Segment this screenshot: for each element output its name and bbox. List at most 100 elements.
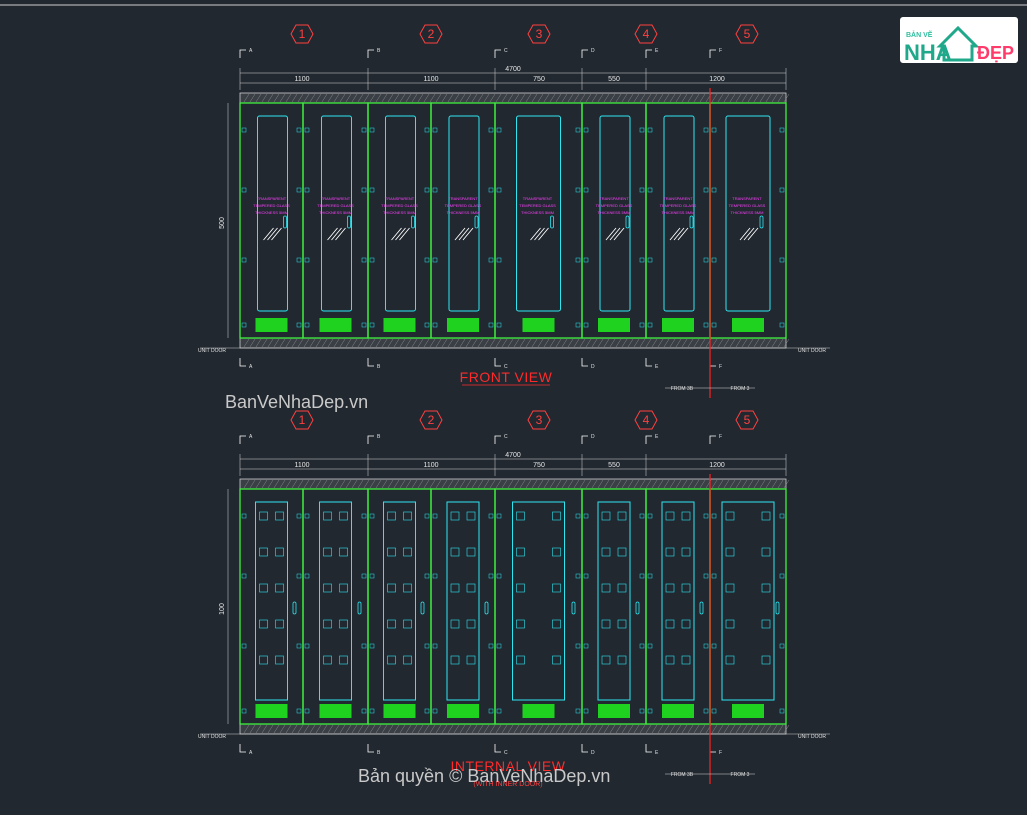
logo: BẢN VẼ NHA ĐẸP (900, 17, 1018, 65)
hinge (703, 127, 709, 133)
panel-frame (367, 102, 432, 339)
inner-panel (319, 501, 352, 701)
glass-label: TRANSPARENT (663, 196, 693, 201)
door-handle (484, 601, 489, 615)
section-bubble-label: 4 (643, 27, 650, 41)
vent-grill (319, 318, 352, 332)
hinge (647, 573, 653, 579)
hinge (779, 573, 785, 579)
inner-panel (721, 501, 775, 701)
hinge (432, 708, 438, 714)
glass-label: TEMPERED GLASS (317, 203, 354, 208)
vent-grill (732, 318, 764, 332)
hinge (711, 513, 717, 519)
hinge (304, 573, 310, 579)
hinge (647, 513, 653, 519)
hinge (432, 643, 438, 649)
breaker (323, 547, 332, 557)
panel-frame (645, 102, 711, 339)
grid-marker-bottom-label: E (655, 364, 659, 370)
breaker (681, 547, 691, 557)
vent-grill (732, 704, 764, 718)
hinge (496, 322, 502, 328)
hinge (304, 127, 310, 133)
hinge (488, 708, 494, 714)
panel-frame (430, 102, 496, 339)
front-view: 1 2 3 4 5AABBCCDDEEFF47001100 1100 750 550 1200U… (198, 24, 830, 398)
breaker (761, 583, 771, 593)
hinge (241, 643, 247, 649)
door-handle (759, 215, 764, 229)
breaker (387, 655, 396, 665)
door-handle (775, 601, 780, 615)
breaker (725, 547, 735, 557)
hinge (779, 708, 785, 714)
panel-frame (709, 102, 787, 339)
grid-marker (645, 49, 652, 58)
breaker (601, 547, 611, 557)
hinge (703, 187, 709, 193)
section-bubble-label: 3 (536, 27, 543, 41)
hinge (583, 643, 589, 649)
hinge (304, 708, 310, 714)
hinge (361, 708, 367, 714)
breaker (516, 511, 525, 521)
panel-frame (367, 488, 432, 725)
hinge (488, 257, 494, 263)
unit-label-left: UNIT DOOR (198, 348, 226, 354)
annotation-left: FROM 3B (671, 772, 694, 778)
grid-marker (709, 435, 716, 444)
top-rail (239, 478, 787, 490)
hinge (639, 513, 645, 519)
hinge (304, 257, 310, 263)
breaker (601, 511, 611, 521)
hinge (369, 257, 375, 263)
hinge (496, 127, 502, 133)
inner-panel (661, 501, 695, 701)
hinge (304, 322, 310, 328)
inner-panel (255, 501, 288, 701)
hinge (241, 127, 247, 133)
hinge (488, 322, 494, 328)
hinge (369, 573, 375, 579)
hinge (575, 513, 581, 519)
breaker (516, 619, 525, 629)
hinge (639, 257, 645, 263)
breaker (725, 511, 735, 521)
hinge (575, 573, 581, 579)
hinge (583, 513, 589, 519)
hinge (639, 708, 645, 714)
hinge (241, 187, 247, 193)
hinge (369, 187, 375, 193)
breaker (450, 547, 460, 557)
hinge (432, 322, 438, 328)
glass-label: TEMPERED GLASS (381, 203, 418, 208)
grid-marker-bottom (367, 744, 374, 753)
door-handle (411, 215, 415, 229)
section-bubble-label: 4 (643, 413, 650, 427)
hinge (711, 187, 717, 193)
vent-grill (522, 318, 555, 332)
hinge (241, 513, 247, 519)
vent-grill (255, 318, 288, 332)
hinge (432, 257, 438, 263)
vent-grill (598, 318, 630, 332)
vent-grill (522, 704, 555, 718)
door-handle (625, 215, 630, 229)
logo-small-text: BẢN VẼ (906, 30, 933, 39)
grid-marker-bottom (709, 358, 716, 367)
segment-dim-text: 1100 (423, 462, 438, 469)
vent-grill (598, 704, 630, 718)
segment-dim-text: 1100 (294, 76, 309, 83)
hinge (711, 127, 717, 133)
hinge (361, 513, 367, 519)
glass-label: THICKNESS 5MM (383, 210, 416, 215)
front-view-title: FRONT VIEW (460, 369, 553, 385)
breaker (323, 655, 332, 665)
breaker (403, 619, 412, 629)
grid-marker (239, 435, 246, 444)
breaker (617, 547, 627, 557)
hinge (432, 513, 438, 519)
grid-marker-bottom-label: E (655, 750, 659, 756)
hinge (296, 322, 302, 328)
